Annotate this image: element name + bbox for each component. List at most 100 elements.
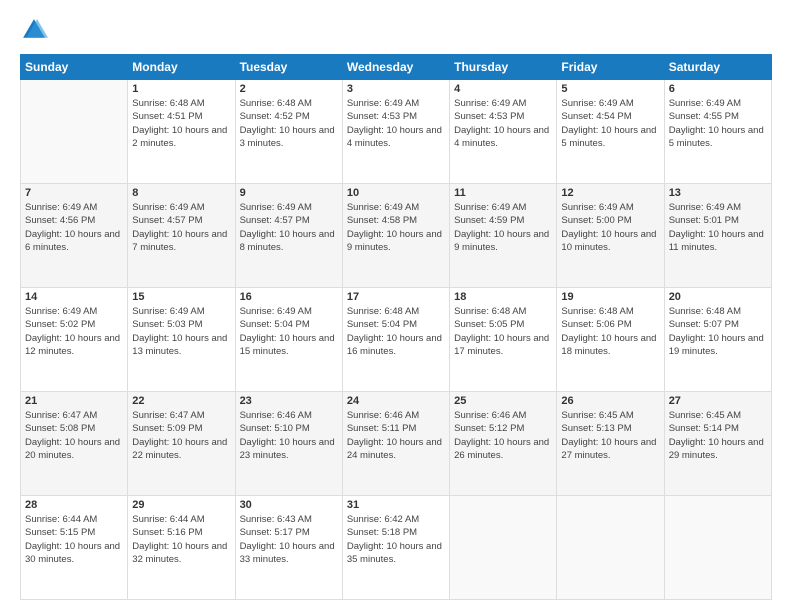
col-header-tuesday: Tuesday bbox=[235, 55, 342, 80]
day-number: 20 bbox=[669, 291, 767, 303]
logo-icon bbox=[20, 16, 48, 44]
week-row-2: 7 Sunrise: 6:49 AM Sunset: 4:56 PM Daylig… bbox=[21, 184, 772, 288]
day-number: 2 bbox=[240, 83, 338, 95]
day-number: 25 bbox=[454, 395, 552, 407]
col-header-sunday: Sunday bbox=[21, 55, 128, 80]
day-info: Sunrise: 6:46 AM Sunset: 5:11 PM Dayligh… bbox=[347, 409, 445, 462]
day-cell: 18 Sunrise: 6:48 AM Sunset: 5:05 PM Dayli… bbox=[450, 288, 557, 392]
day-info: Sunrise: 6:48 AM Sunset: 5:04 PM Dayligh… bbox=[347, 305, 445, 358]
day-number: 15 bbox=[132, 291, 230, 303]
day-number: 7 bbox=[25, 187, 123, 199]
day-info: Sunrise: 6:45 AM Sunset: 5:13 PM Dayligh… bbox=[561, 409, 659, 462]
day-cell: 30 Sunrise: 6:43 AM Sunset: 5:17 PM Dayli… bbox=[235, 496, 342, 600]
day-info: Sunrise: 6:46 AM Sunset: 5:12 PM Dayligh… bbox=[454, 409, 552, 462]
day-cell: 5Sunrise: 6:49 AM Sunset: 4:54 PM Daylig… bbox=[557, 80, 664, 184]
day-info: Sunrise: 6:48 AM Sunset: 5:05 PM Dayligh… bbox=[454, 305, 552, 358]
header-row: SundayMondayTuesdayWednesdayThursdayFrid… bbox=[21, 55, 772, 80]
day-cell: 13 Sunrise: 6:49 AM Sunset: 5:01 PM Dayli… bbox=[664, 184, 771, 288]
day-number: 10 bbox=[347, 187, 445, 199]
day-cell bbox=[21, 80, 128, 184]
day-cell: 20Sunrise: 6:48 AM Sunset: 5:07 PM Dayli… bbox=[664, 288, 771, 392]
day-info: Sunrise: 6:48 AM Sunset: 4:52 PM Dayligh… bbox=[240, 97, 338, 150]
day-info: Sunrise: 6:49 AM Sunset: 4:59 PM Dayligh… bbox=[454, 201, 552, 254]
calendar-table: SundayMondayTuesdayWednesdayThursdayFrid… bbox=[20, 54, 772, 600]
day-info: Sunrise: 6:49 AM Sunset: 4:58 PM Dayligh… bbox=[347, 201, 445, 254]
day-number: 23 bbox=[240, 395, 338, 407]
day-cell: 8 Sunrise: 6:49 AM Sunset: 4:57 PM Daylig… bbox=[128, 184, 235, 288]
day-cell: 12 Sunrise: 6:49 AM Sunset: 5:00 PM Dayli… bbox=[557, 184, 664, 288]
day-number: 8 bbox=[132, 187, 230, 199]
day-info: Sunrise: 6:49 AM Sunset: 4:57 PM Dayligh… bbox=[132, 201, 230, 254]
day-info: Sunrise: 6:49 AM Sunset: 4:57 PM Dayligh… bbox=[240, 201, 338, 254]
day-number: 31 bbox=[347, 499, 445, 511]
day-number: 21 bbox=[25, 395, 123, 407]
day-cell: 16Sunrise: 6:49 AM Sunset: 5:04 PM Dayli… bbox=[235, 288, 342, 392]
day-cell: 7 Sunrise: 6:49 AM Sunset: 4:56 PM Daylig… bbox=[21, 184, 128, 288]
week-row-4: 21 Sunrise: 6:47 AM Sunset: 5:08 PM Dayli… bbox=[21, 392, 772, 496]
day-number: 27 bbox=[669, 395, 767, 407]
col-header-wednesday: Wednesday bbox=[342, 55, 449, 80]
day-cell: 3 Sunrise: 6:49 AM Sunset: 4:53 PM Daylig… bbox=[342, 80, 449, 184]
week-row-1: 1Sunrise: 6:48 AM Sunset: 4:51 PM Daylig… bbox=[21, 80, 772, 184]
day-cell: 17 Sunrise: 6:48 AM Sunset: 5:04 PM Dayli… bbox=[342, 288, 449, 392]
week-row-5: 28 Sunrise: 6:44 AM Sunset: 5:15 PM Dayli… bbox=[21, 496, 772, 600]
day-cell: 15Sunrise: 6:49 AM Sunset: 5:03 PM Dayli… bbox=[128, 288, 235, 392]
day-info: Sunrise: 6:49 AM Sunset: 4:53 PM Dayligh… bbox=[347, 97, 445, 150]
day-info: Sunrise: 6:49 AM Sunset: 5:02 PM Dayligh… bbox=[25, 305, 123, 358]
day-info: Sunrise: 6:48 AM Sunset: 4:51 PM Dayligh… bbox=[132, 97, 230, 150]
day-info: Sunrise: 6:47 AM Sunset: 5:09 PM Dayligh… bbox=[132, 409, 230, 462]
week-row-3: 14 Sunrise: 6:49 AM Sunset: 5:02 PM Dayli… bbox=[21, 288, 772, 392]
day-cell: 9 Sunrise: 6:49 AM Sunset: 4:57 PM Daylig… bbox=[235, 184, 342, 288]
day-cell: 25 Sunrise: 6:46 AM Sunset: 5:12 PM Dayli… bbox=[450, 392, 557, 496]
page: SundayMondayTuesdayWednesdayThursdayFrid… bbox=[0, 0, 792, 612]
day-info: Sunrise: 6:46 AM Sunset: 5:10 PM Dayligh… bbox=[240, 409, 338, 462]
day-number: 14 bbox=[25, 291, 123, 303]
day-info: Sunrise: 6:43 AM Sunset: 5:17 PM Dayligh… bbox=[240, 513, 338, 566]
day-cell: 2 Sunrise: 6:48 AM Sunset: 4:52 PM Daylig… bbox=[235, 80, 342, 184]
col-header-friday: Friday bbox=[557, 55, 664, 80]
day-info: Sunrise: 6:49 AM Sunset: 5:01 PM Dayligh… bbox=[669, 201, 767, 254]
day-number: 24 bbox=[347, 395, 445, 407]
header bbox=[20, 16, 772, 44]
day-number: 13 bbox=[669, 187, 767, 199]
day-number: 30 bbox=[240, 499, 338, 511]
day-info: Sunrise: 6:49 AM Sunset: 4:53 PM Dayligh… bbox=[454, 97, 552, 150]
day-cell: 26 Sunrise: 6:45 AM Sunset: 5:13 PM Dayli… bbox=[557, 392, 664, 496]
day-info: Sunrise: 6:49 AM Sunset: 4:56 PM Dayligh… bbox=[25, 201, 123, 254]
day-info: Sunrise: 6:49 AM Sunset: 5:04 PM Dayligh… bbox=[240, 305, 338, 358]
day-info: Sunrise: 6:48 AM Sunset: 5:06 PM Dayligh… bbox=[561, 305, 659, 358]
day-number: 19 bbox=[561, 291, 659, 303]
day-number: 28 bbox=[25, 499, 123, 511]
day-cell: 4 Sunrise: 6:49 AM Sunset: 4:53 PM Daylig… bbox=[450, 80, 557, 184]
col-header-thursday: Thursday bbox=[450, 55, 557, 80]
day-number: 17 bbox=[347, 291, 445, 303]
day-info: Sunrise: 6:49 AM Sunset: 4:55 PM Dayligh… bbox=[669, 97, 767, 150]
day-number: 18 bbox=[454, 291, 552, 303]
day-number: 6 bbox=[669, 83, 767, 95]
day-info: Sunrise: 6:47 AM Sunset: 5:08 PM Dayligh… bbox=[25, 409, 123, 462]
day-number: 12 bbox=[561, 187, 659, 199]
day-info: Sunrise: 6:42 AM Sunset: 5:18 PM Dayligh… bbox=[347, 513, 445, 566]
day-number: 5 bbox=[561, 83, 659, 95]
day-info: Sunrise: 6:44 AM Sunset: 5:15 PM Dayligh… bbox=[25, 513, 123, 566]
day-number: 4 bbox=[454, 83, 552, 95]
day-info: Sunrise: 6:44 AM Sunset: 5:16 PM Dayligh… bbox=[132, 513, 230, 566]
day-cell: 21 Sunrise: 6:47 AM Sunset: 5:08 PM Dayli… bbox=[21, 392, 128, 496]
day-cell: 31 Sunrise: 6:42 AM Sunset: 5:18 PM Dayli… bbox=[342, 496, 449, 600]
day-number: 11 bbox=[454, 187, 552, 199]
day-number: 3 bbox=[347, 83, 445, 95]
day-cell: 22Sunrise: 6:47 AM Sunset: 5:09 PM Dayli… bbox=[128, 392, 235, 496]
col-header-monday: Monday bbox=[128, 55, 235, 80]
day-cell: 11 Sunrise: 6:49 AM Sunset: 4:59 PM Dayli… bbox=[450, 184, 557, 288]
day-cell bbox=[664, 496, 771, 600]
day-cell: 1Sunrise: 6:48 AM Sunset: 4:51 PM Daylig… bbox=[128, 80, 235, 184]
day-number: 26 bbox=[561, 395, 659, 407]
day-cell: 23 Sunrise: 6:46 AM Sunset: 5:10 PM Dayli… bbox=[235, 392, 342, 496]
day-cell: 27Sunrise: 6:45 AM Sunset: 5:14 PM Dayli… bbox=[664, 392, 771, 496]
logo bbox=[20, 16, 52, 44]
day-info: Sunrise: 6:49 AM Sunset: 5:00 PM Dayligh… bbox=[561, 201, 659, 254]
day-cell: 24 Sunrise: 6:46 AM Sunset: 5:11 PM Dayli… bbox=[342, 392, 449, 496]
day-number: 9 bbox=[240, 187, 338, 199]
day-cell bbox=[450, 496, 557, 600]
day-cell: 28 Sunrise: 6:44 AM Sunset: 5:15 PM Dayli… bbox=[21, 496, 128, 600]
